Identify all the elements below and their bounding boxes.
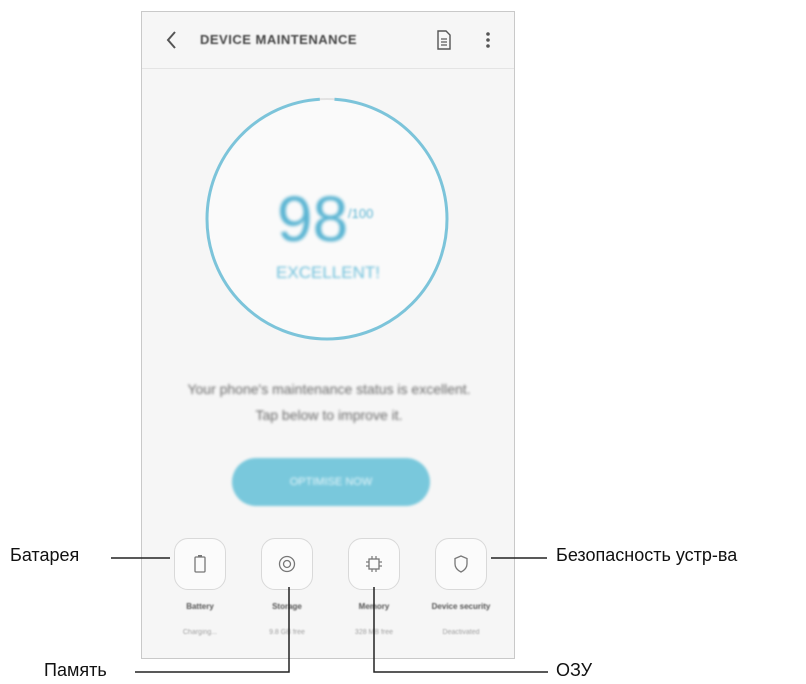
optimise-now-button[interactable]: OPTIMISE NOW	[232, 458, 430, 506]
score-status: EXCELLENT!	[276, 263, 380, 282]
callout-device-security: Безопасность устр-ва	[556, 545, 738, 565]
storage-label: Storage	[272, 602, 302, 611]
memory-status: 328 MB free	[354, 629, 394, 636]
battery-icon	[174, 538, 226, 590]
app-bar: DEVICE MAINTENANCE	[142, 12, 514, 69]
chevron-left-icon[interactable]	[160, 26, 184, 54]
memory-label: Memory	[358, 602, 390, 611]
report-icon[interactable]	[435, 29, 453, 51]
battery-status: Charging...	[182, 629, 218, 636]
page-title: DEVICE MAINTENANCE	[200, 32, 358, 47]
shield-icon	[435, 538, 487, 590]
storage-icon	[261, 538, 313, 590]
device-security-tile[interactable]: Device security Deactivated	[417, 538, 505, 636]
device-security-label: Device security	[431, 602, 491, 611]
callout-memory: ОЗУ	[556, 660, 593, 680]
storage-tile[interactable]: Storage 9.8 GB free	[243, 538, 331, 636]
memory-tile[interactable]: Memory 328 MB free	[330, 538, 418, 636]
battery-tile[interactable]: Battery Charging...	[156, 538, 244, 636]
callout-battery: Батарея	[10, 545, 80, 565]
battery-label: Battery	[186, 602, 214, 611]
more-vertical-icon[interactable]	[479, 29, 497, 51]
status-message: Your phone's maintenance status is excel…	[187, 381, 471, 423]
phone-screen: DEVICE MAINTENANCE 98 /100 EXCELLENT! Yo…	[141, 11, 515, 659]
callout-storage: Память	[44, 660, 107, 680]
score-max: /100	[348, 206, 374, 221]
device-security-status: Deactivated	[442, 629, 480, 636]
score-value: 98	[277, 183, 349, 255]
memory-chip-icon	[348, 538, 400, 590]
storage-status: 9.8 GB free	[269, 629, 305, 636]
